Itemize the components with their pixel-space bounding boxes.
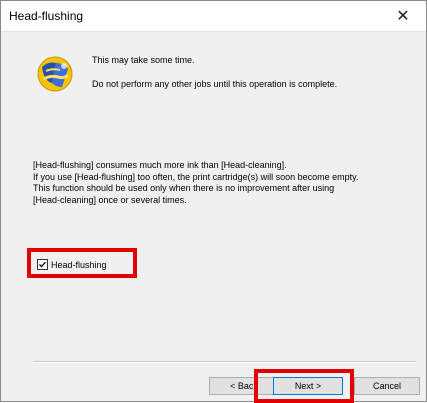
title-bar: Head-flushing ✕ [1, 1, 426, 32]
head-flushing-checkbox[interactable]: Head-flushing [37, 259, 107, 270]
dialog-title: Head-flushing [9, 9, 84, 23]
warning-text: [Head-flushing] consumes much more ink t… [33, 160, 393, 206]
close-button[interactable]: ✕ [380, 1, 426, 31]
warning-line: If you use [Head-flushing] too often, th… [33, 171, 359, 182]
cancel-button[interactable]: Cancel [354, 377, 420, 395]
check-icon [39, 261, 46, 268]
next-button[interactable]: Next > [273, 377, 343, 395]
close-icon: ✕ [396, 8, 410, 25]
button-divider [33, 361, 416, 363]
warning-line: This function should be used only when t… [33, 183, 335, 193]
dialog-content: This may take some time. Do not perform … [1, 32, 426, 403]
checkbox-highlight: Head-flushing [27, 248, 137, 278]
warning-line: [Head-flushing] consumes much more ink t… [33, 160, 287, 170]
checkbox-label: Head-flushing [51, 259, 107, 270]
warning-line: [Head-cleaning] once or several times. [33, 194, 187, 205]
back-button[interactable]: < Back [209, 377, 279, 395]
printer-utility-logo-icon [34, 53, 76, 95]
info-message-jobs: Do not perform any other jobs until this… [92, 79, 338, 89]
info-message-time: This may take some time. [92, 55, 195, 65]
dialog-window: Head-flushing ✕ This may take some time.… [0, 0, 427, 403]
checkbox-box[interactable] [37, 259, 48, 270]
